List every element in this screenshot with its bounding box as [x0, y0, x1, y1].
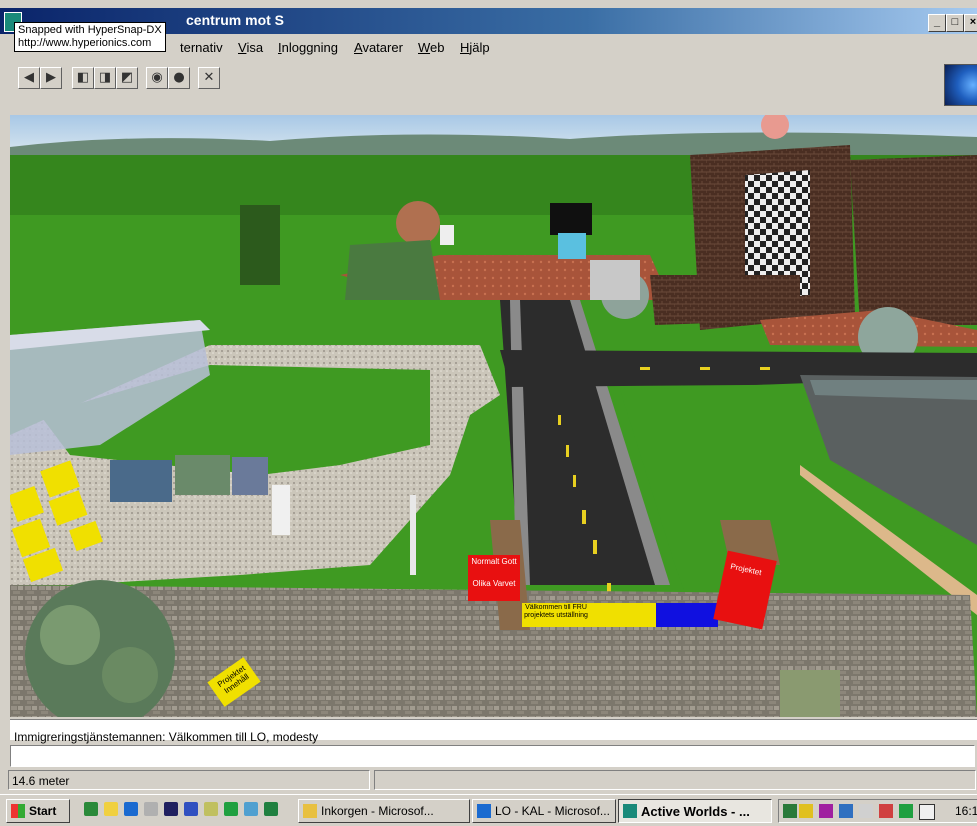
quicklaunch-monitor-icon[interactable] — [244, 802, 258, 816]
quicklaunch-excel-icon[interactable] — [264, 802, 278, 816]
task-label: Inkorgen - Microsof... — [321, 804, 434, 818]
photo-1 — [110, 460, 172, 502]
quicklaunch-ie-icon[interactable] — [124, 802, 138, 816]
task-browser[interactable]: LO - KAL - Microsof... — [472, 799, 616, 823]
photo-2 — [175, 455, 230, 495]
menu-web[interactable]: Web — [418, 40, 445, 55]
view-3-icon[interactable]: ◩ — [116, 67, 138, 89]
view-2-icon[interactable]: ◨ — [94, 67, 116, 89]
system-tray: 16:1 — [778, 799, 977, 823]
tray-app-icon[interactable] — [859, 804, 873, 818]
antivirus-icon[interactable] — [819, 804, 833, 818]
network-icon[interactable] — [783, 804, 797, 818]
quicklaunch-media-icon[interactable] — [164, 802, 178, 816]
menu-hjalp[interactable]: Hjälp — [460, 40, 490, 55]
quicklaunch-search-icon[interactable] — [204, 802, 218, 816]
chat-log: Immigreringstjänstemannen: Välkommen til… — [10, 719, 977, 744]
windows-logo-icon — [11, 804, 25, 818]
task-label: Active Worlds - ... — [641, 804, 750, 819]
left-sign-text-b: Olika Varvet — [472, 579, 516, 588]
app-window: centrum mot S _ □ × Snapped with HyperSn… — [0, 0, 977, 826]
tooltip-line-1: Snapped with HyperSnap-DX — [18, 24, 162, 36]
left-sign-text-a: Normalt Gott — [471, 557, 517, 566]
tools-icon[interactable]: ✕ — [198, 67, 220, 89]
chat-input[interactable] — [10, 745, 975, 767]
3d-world-view[interactable]: Välkommen till FRU projektets utställnin… — [10, 115, 977, 717]
quicklaunch-word-icon[interactable] — [184, 802, 198, 816]
minimize-button[interactable]: _ — [928, 14, 946, 32]
start-label: Start — [29, 804, 57, 818]
activeworlds-logo — [944, 64, 977, 106]
toolbar: ◀ ▶ ◧ ◨ ◩ ◉ ● ✕ — [0, 62, 977, 106]
status-bar: 14.6 meter — [8, 770, 977, 790]
welcome-sign-text: Välkommen till FRU projektets utställnin… — [524, 604, 588, 619]
clock: 16:1 — [955, 804, 977, 818]
ie-icon — [477, 804, 491, 818]
window-title: centrum mot S — [186, 12, 285, 28]
quicklaunch-outlook-icon[interactable] — [104, 802, 118, 816]
tray-app2-icon[interactable] — [879, 804, 893, 818]
taskbar: Start Inkorgen - Microsof... LO - KAL - … — [0, 794, 977, 826]
status-pane-distance: 14.6 meter — [8, 770, 370, 790]
status-pane-2 — [374, 770, 976, 790]
monitor-icon[interactable] — [839, 804, 853, 818]
hypersnap-tooltip: Snapped with HyperSnap-DX http://www.hyp… — [14, 22, 166, 52]
menu-visa[interactable]: Visa — [238, 40, 263, 55]
tooltip-line-2: http://www.hyperionics.com — [18, 37, 152, 49]
volume-icon[interactable] — [799, 804, 813, 818]
menu-inloggning[interactable]: Inloggning — [278, 40, 338, 55]
mail-icon[interactable] — [919, 804, 935, 820]
quicklaunch-desktop-icon[interactable] — [84, 802, 98, 816]
back-icon[interactable]: ◀ — [18, 67, 40, 89]
world-render — [10, 115, 977, 717]
chat-message: Immigreringstjänstemannen: Välkommen til… — [14, 730, 319, 744]
tray-app3-icon[interactable] — [899, 804, 913, 818]
photo-3 — [232, 457, 268, 495]
active-worlds-icon — [623, 804, 637, 818]
quicklaunch-globe-icon[interactable] — [224, 802, 238, 816]
task-inbox[interactable]: Inkorgen - Microsof... — [298, 799, 470, 823]
close-button[interactable]: × — [964, 14, 977, 32]
forward-icon[interactable]: ▶ — [40, 67, 62, 89]
outlook-icon — [303, 804, 317, 818]
start-button[interactable]: Start — [6, 799, 70, 823]
maximize-button[interactable]: □ — [946, 14, 964, 32]
menu-alternativ[interactable]: ternativ — [180, 40, 223, 55]
task-active-worlds[interactable]: Active Worlds - ... — [618, 799, 772, 823]
quicklaunch-app-icon[interactable] — [144, 802, 158, 816]
task-label: LO - KAL - Microsof... — [495, 804, 610, 818]
autumn-tree — [396, 201, 440, 245]
distance-readout: 14.6 meter — [12, 774, 70, 788]
view-1-icon[interactable]: ◧ — [72, 67, 94, 89]
menu-avatarer[interactable]: Avatarer — [354, 40, 403, 55]
record-icon[interactable]: ● — [168, 67, 190, 89]
camera-icon[interactable]: ◉ — [146, 67, 168, 89]
